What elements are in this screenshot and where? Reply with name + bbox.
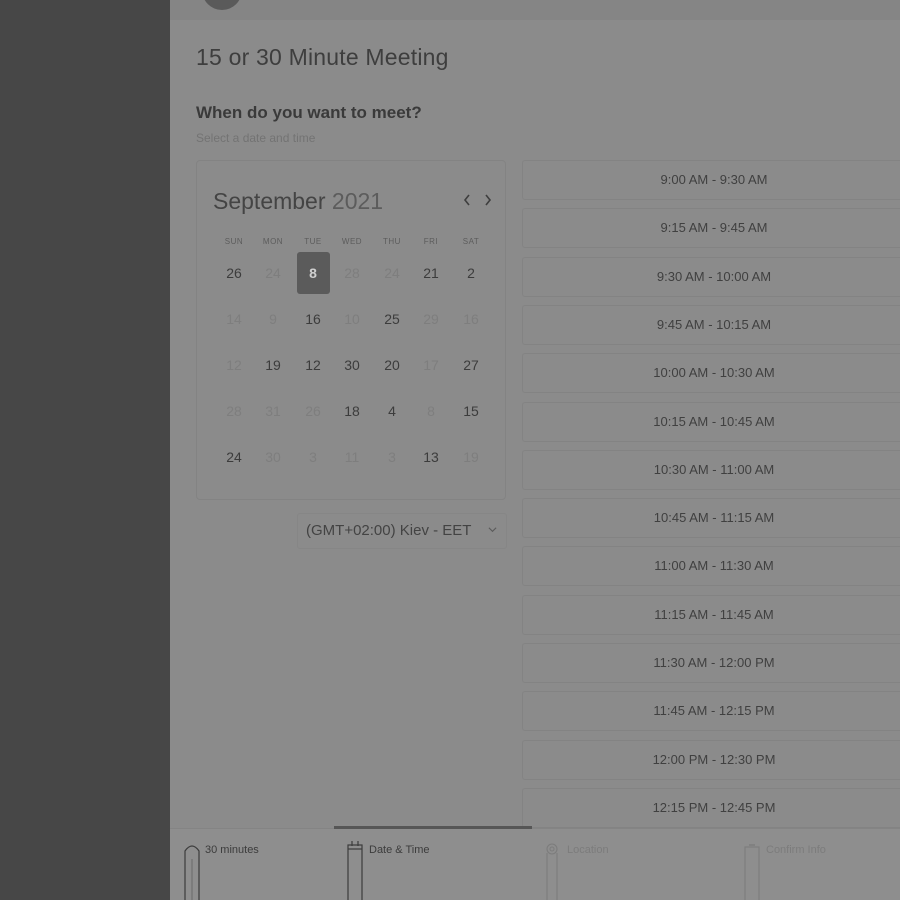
time-slot-label: 10:45 AM - 11:15 AM xyxy=(653,510,775,526)
time-slot-label: 11:00 AM - 11:30 AM xyxy=(654,558,774,574)
calendar-day: 10 xyxy=(344,311,360,327)
calendar-month: September xyxy=(213,188,326,214)
time-slot-label: 10:00 AM - 10:30 AM xyxy=(653,365,775,381)
time-slot-button[interactable]: 11:00 AM - 11:30 AM xyxy=(522,546,900,587)
calendar-day[interactable]: 2 xyxy=(455,252,488,294)
time-slot-list: 9:00 AM - 9:30 AM 9:15 AM - 9:45 AM 9:30 A… xyxy=(522,160,900,828)
hourglass-icon xyxy=(182,841,202,900)
chevron-left-icon[interactable] xyxy=(459,189,475,211)
time-slot-button[interactable]: 11:45 AM - 12:15 PM xyxy=(522,691,900,732)
calendar-day: 17 xyxy=(423,357,439,373)
timezone-select[interactable]: (GMT+02:00) Kiev - EET xyxy=(297,513,507,549)
time-slot-button[interactable]: 9:30 AM - 10:00 AM xyxy=(522,256,900,297)
timezone-value: (GMT+02:00) Kiev - EET xyxy=(306,522,472,539)
calendar-day: 9 xyxy=(269,311,277,327)
weekday-label: SAT xyxy=(462,237,480,246)
time-slot-button[interactable]: 12:15 PM - 12:45 PM xyxy=(522,787,900,828)
chevron-down-icon xyxy=(488,527,497,533)
calendar-day: 30 xyxy=(265,449,281,465)
calendar-day[interactable]: 25 xyxy=(376,298,409,340)
time-slot-label: 9:00 AM - 9:30 AM xyxy=(660,172,768,187)
calendar-day[interactable]: 24 xyxy=(218,436,251,478)
calendar-day: 16 xyxy=(463,311,479,327)
calendar-day: 12 xyxy=(226,357,242,373)
calendar-day[interactable]: 30 xyxy=(336,344,369,386)
calendar-day: 14 xyxy=(226,311,242,327)
time-slot-button[interactable]: 11:30 AM - 12:00 PM xyxy=(522,643,900,683)
calendar-day: 26 xyxy=(305,403,321,419)
calendar-day[interactable]: 15 xyxy=(455,390,488,432)
time-slot-button[interactable]: 9:00 AM - 9:30 AM xyxy=(522,160,900,200)
time-slot-label: 11:15 AM - 11:45 AM xyxy=(654,606,774,622)
time-slot-button[interactable]: 10:45 AM - 11:15 AM xyxy=(522,498,900,539)
calendar-day: 24 xyxy=(384,265,400,281)
time-slot-button[interactable]: 9:45 AM - 10:15 AM xyxy=(522,304,900,345)
step-label: 30 minutes xyxy=(205,844,259,856)
calendar-day: 24 xyxy=(265,265,281,281)
time-slot-label: 10:15 AM - 10:45 AM xyxy=(653,413,775,429)
calendar-month-year: September 2021 xyxy=(213,188,383,215)
calendar-day[interactable]: 27 xyxy=(455,344,488,386)
weekday-label: FRI xyxy=(423,237,439,246)
time-slot-label: 12:00 PM - 12:30 PM xyxy=(652,751,776,767)
weekday-label: TUE xyxy=(304,237,322,246)
time-slot-label: 12:15 PM - 12:45 PM xyxy=(652,799,776,815)
calendar-day-selected[interactable]: 8 xyxy=(296,252,330,294)
calendar-day[interactable]: 20 xyxy=(376,344,409,386)
calendar-day[interactable]: 26 xyxy=(218,252,251,294)
section-heading: When do you want to meet? xyxy=(196,103,422,122)
step-progress-indicator xyxy=(334,826,532,829)
calendar-day: 28 xyxy=(226,403,242,419)
section-subheading: Select a date and time xyxy=(196,131,316,145)
time-slot-label: 9:15 AM - 9:45 AM xyxy=(660,220,768,236)
calendar-day[interactable]: 16 xyxy=(297,298,330,340)
calendar-day: 3 xyxy=(309,449,317,465)
steps-bar: 30 minutes Date & Time Location Confirm Inf… xyxy=(170,826,900,900)
weekday-label: SUN xyxy=(224,237,244,246)
time-slot-label: 9:45 AM - 10:15 AM xyxy=(656,316,772,332)
calendar-day: 19 xyxy=(463,449,479,465)
time-slot-button[interactable]: 10:00 AM - 10:30 AM xyxy=(522,353,900,394)
time-slot-label: 11:30 AM - 12:00 PM xyxy=(653,655,775,670)
calendar-day: 29 xyxy=(423,311,439,327)
page-title: 15 or 30 Minute Meeting xyxy=(196,44,449,70)
sidebar xyxy=(0,0,170,900)
time-slot-button[interactable]: 11:15 AM - 11:45 AM xyxy=(522,594,900,635)
calendar-day[interactable]: 19 xyxy=(257,344,290,386)
step-label: Location xyxy=(567,844,609,856)
calendar-day[interactable]: 13 xyxy=(415,436,448,478)
calendar-day[interactable]: 4 xyxy=(376,390,409,432)
calendar: September 2021 SUN MON TUE WED THU FRI SAT 26 2… xyxy=(196,160,506,500)
chevron-right-icon[interactable] xyxy=(480,189,496,211)
weekday-label: WED xyxy=(341,237,363,246)
step-label: Date & Time xyxy=(369,844,430,856)
calendar-day[interactable]: 18 xyxy=(336,390,369,432)
calendar-day: 8 xyxy=(427,403,435,419)
time-slot-button[interactable]: 9:15 AM - 9:45 AM xyxy=(522,208,900,249)
weekday-label: THU xyxy=(383,237,401,246)
calendar-day: 28 xyxy=(344,265,360,281)
calendar-day: 31 xyxy=(265,403,281,419)
weekday-label: MON xyxy=(262,237,284,246)
calendar-day: 11 xyxy=(344,449,360,465)
step-label: Confirm Info xyxy=(766,844,826,856)
calendar-icon xyxy=(346,841,366,900)
clipboard-icon xyxy=(743,841,763,900)
time-slot-label: 9:30 AM - 10:00 AM xyxy=(656,268,772,284)
main-content: 15 or 30 Minute Meeting When do you want… xyxy=(170,0,900,900)
time-slot-button[interactable]: 10:15 AM - 10:45 AM xyxy=(522,401,900,442)
calendar-day: 3 xyxy=(388,449,396,465)
location-pin-icon xyxy=(544,841,564,900)
avatar[interactable] xyxy=(202,0,242,10)
time-slot-label: 10:30 AM - 11:00 AM xyxy=(653,461,775,477)
calendar-day[interactable]: 12 xyxy=(297,344,330,386)
time-slot-button[interactable]: 10:30 AM - 11:00 AM xyxy=(522,449,900,490)
calendar-day[interactable]: 21 xyxy=(415,252,448,294)
calendar-year: 2021 xyxy=(331,188,384,214)
top-bar xyxy=(170,0,900,20)
time-slot-button[interactable]: 12:00 PM - 12:30 PM xyxy=(522,739,900,780)
time-slot-label: 11:45 AM - 12:15 PM xyxy=(653,703,775,719)
